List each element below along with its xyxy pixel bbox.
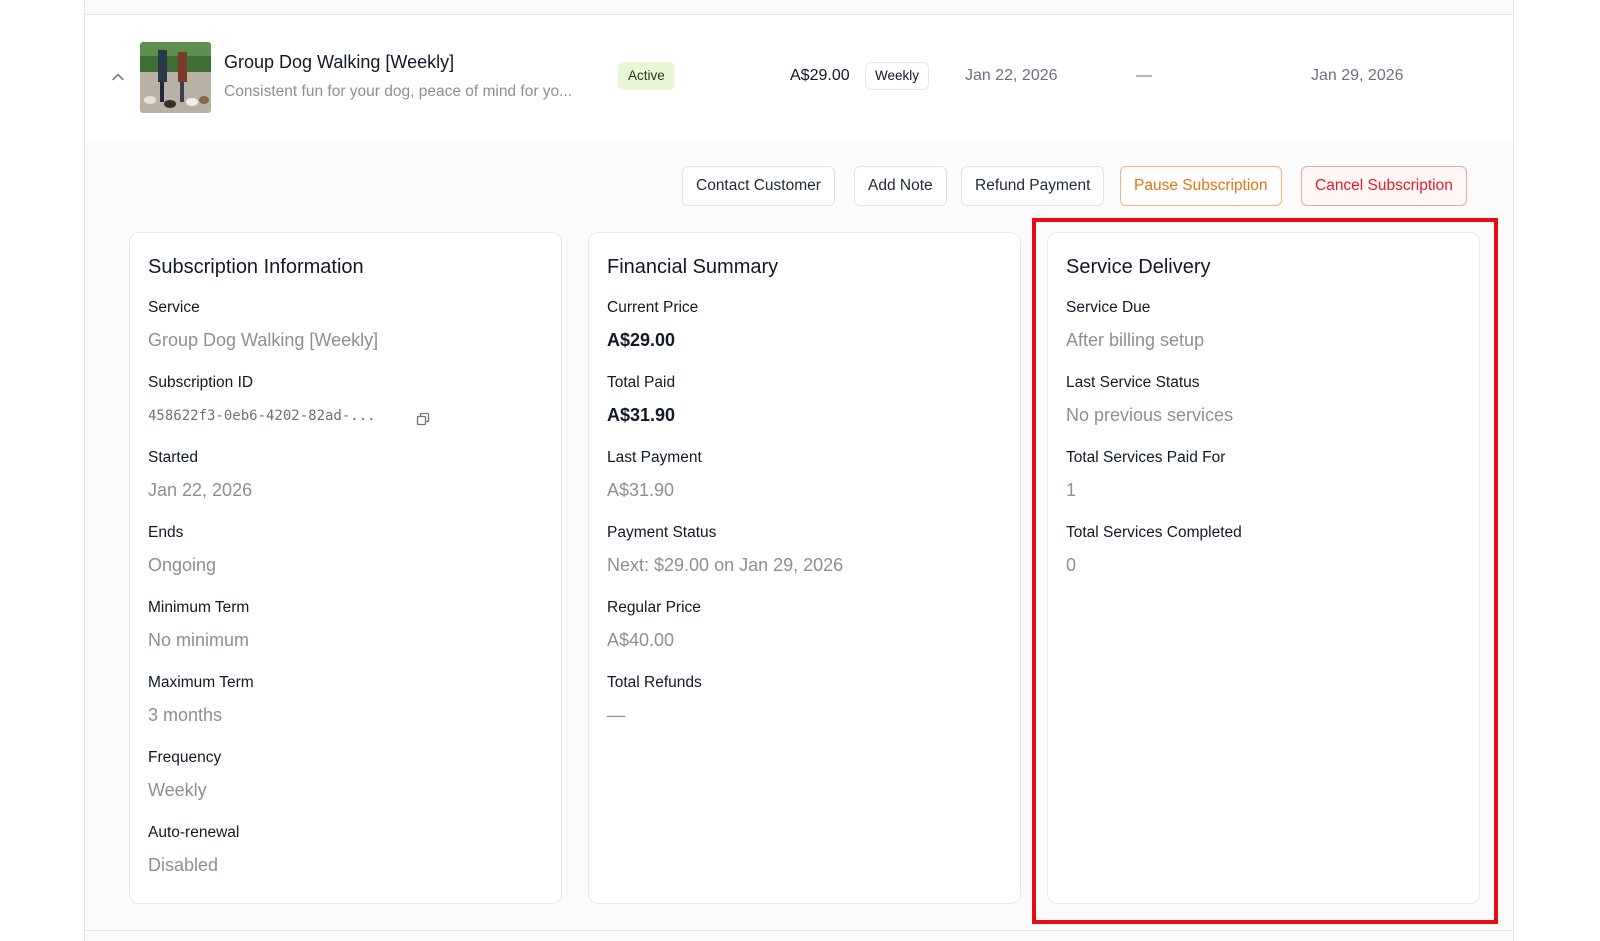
status-badge: Active bbox=[618, 62, 675, 90]
subscription-information-card: Subscription Information Service Group D… bbox=[129, 232, 562, 904]
field-label: Last Service Status bbox=[1066, 374, 1200, 391]
end-date: — bbox=[1136, 67, 1152, 84]
field-value: A$31.90 bbox=[607, 480, 675, 500]
field-label: Auto-renewal bbox=[148, 824, 240, 841]
chevron-up-icon[interactable] bbox=[111, 70, 125, 84]
field-label: Service bbox=[148, 299, 200, 316]
copy-icon[interactable] bbox=[416, 412, 430, 426]
service-delivery-card: Service Delivery Service Due After billi… bbox=[1047, 232, 1480, 904]
field-value: Disabled bbox=[148, 855, 219, 875]
field-value: A$40.00 bbox=[607, 630, 675, 650]
field-value: A$29.00 bbox=[607, 330, 676, 350]
card-title: Subscription Information bbox=[148, 256, 364, 278]
start-date: Jan 22, 2026 bbox=[965, 67, 1058, 84]
frequency-badge: Weekly bbox=[865, 62, 930, 90]
card-title: Financial Summary bbox=[607, 256, 779, 278]
field-label: Ends bbox=[148, 524, 184, 541]
financial-summary-card: Financial Summary Current Price A$29.00 … bbox=[588, 232, 1021, 904]
field-label: Maximum Term bbox=[148, 674, 254, 691]
field-label: Current Price bbox=[607, 299, 699, 316]
field-value: Jan 22, 2026 bbox=[148, 480, 253, 500]
field-value: 0 bbox=[1066, 555, 1077, 575]
field-label: Total Services Paid For bbox=[1066, 449, 1226, 466]
field-value: 3 months bbox=[148, 705, 223, 725]
field-value: No previous services bbox=[1066, 405, 1234, 425]
field-value: — bbox=[607, 705, 625, 725]
field-value: No minimum bbox=[148, 630, 250, 650]
next-billing-date: Jan 29, 2026 bbox=[1311, 67, 1404, 84]
contact-customer-button[interactable]: Contact Customer bbox=[682, 166, 835, 206]
card-title: Service Delivery bbox=[1066, 256, 1211, 278]
field-label: Total Services Completed bbox=[1066, 524, 1242, 541]
field-value: 1 bbox=[1066, 480, 1077, 500]
field-label: Total Refunds bbox=[607, 674, 702, 691]
field-label: Frequency bbox=[148, 749, 222, 766]
refund-payment-button[interactable]: Refund Payment bbox=[961, 166, 1105, 206]
service-title: Group Dog Walking [Weekly] bbox=[224, 52, 455, 72]
field-label: Minimum Term bbox=[148, 599, 250, 616]
field-label: Service Due bbox=[1066, 299, 1151, 316]
field-label: Started bbox=[148, 449, 198, 466]
field-value: Next: $29.00 on Jan 29, 2026 bbox=[607, 555, 844, 575]
service-description: Consistent fun for your dog, peace of mi… bbox=[224, 83, 573, 100]
pause-subscription-button[interactable]: Pause Subscription bbox=[1120, 166, 1282, 206]
divider-bottom bbox=[84, 930, 1514, 931]
field-label: Subscription ID bbox=[148, 374, 254, 391]
field-label: Last Payment bbox=[607, 449, 702, 466]
service-thumbnail bbox=[140, 42, 211, 113]
field-value: A$31.90 bbox=[607, 405, 676, 425]
add-note-button[interactable]: Add Note bbox=[854, 166, 947, 206]
field-value: Weekly bbox=[148, 780, 207, 800]
cancel-subscription-button[interactable]: Cancel Subscription bbox=[1301, 166, 1467, 206]
field-value: After billing setup bbox=[1066, 330, 1205, 350]
subscription-id-value: 458622f3-0eb6-4202-82ad-... bbox=[148, 408, 376, 424]
field-value: Group Dog Walking [Weekly] bbox=[148, 330, 379, 350]
subscription-price: A$29.00 bbox=[790, 67, 850, 84]
field-label: Regular Price bbox=[607, 599, 701, 616]
field-label: Payment Status bbox=[607, 524, 717, 541]
field-value: Ongoing bbox=[148, 555, 217, 575]
field-label: Total Paid bbox=[607, 374, 676, 391]
